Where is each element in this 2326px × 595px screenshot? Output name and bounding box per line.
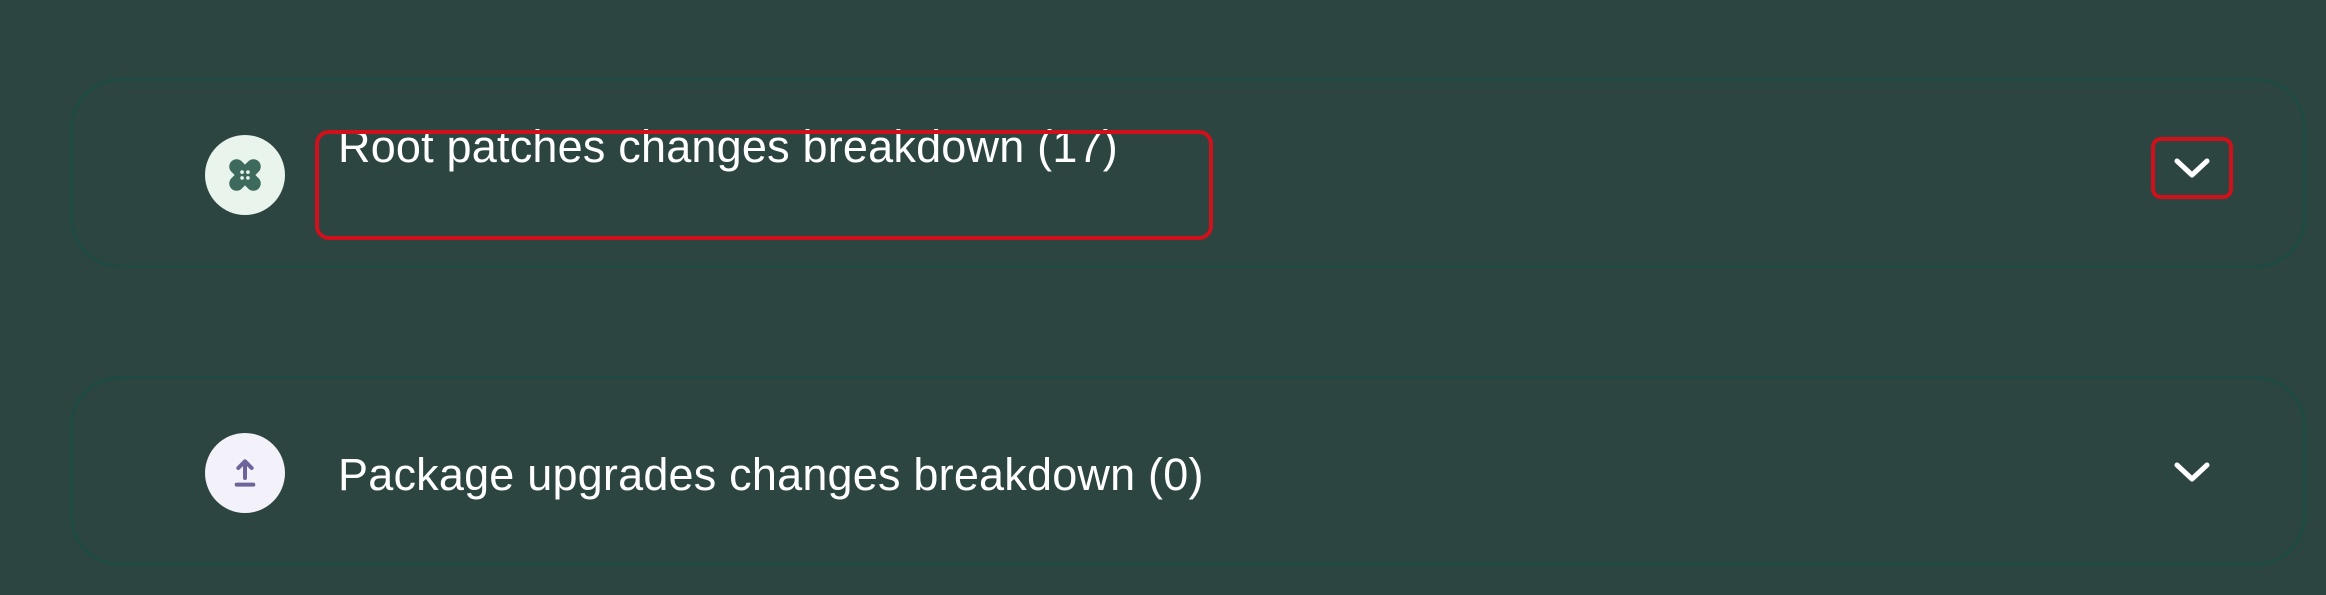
root-patches-panel[interactable]: Root patches changes breakdown (17) [70,78,2306,268]
bandage-icon [205,135,285,215]
page: Root patches changes breakdown (17) Pack… [0,0,2326,595]
package-upgrades-panel[interactable]: Package upgrades changes breakdown (0) [70,376,2306,566]
chevron-down-icon [2174,158,2210,178]
package-upgrades-title: Package upgrades changes breakdown (0) [338,449,1204,500]
expand-package-upgrades-button[interactable] [2151,441,2233,503]
root-patches-title: Root patches changes breakdown (17) [338,121,1118,172]
upload-icon [205,433,285,513]
expand-root-patches-button[interactable] [2151,137,2233,199]
chevron-down-icon [2174,462,2210,482]
